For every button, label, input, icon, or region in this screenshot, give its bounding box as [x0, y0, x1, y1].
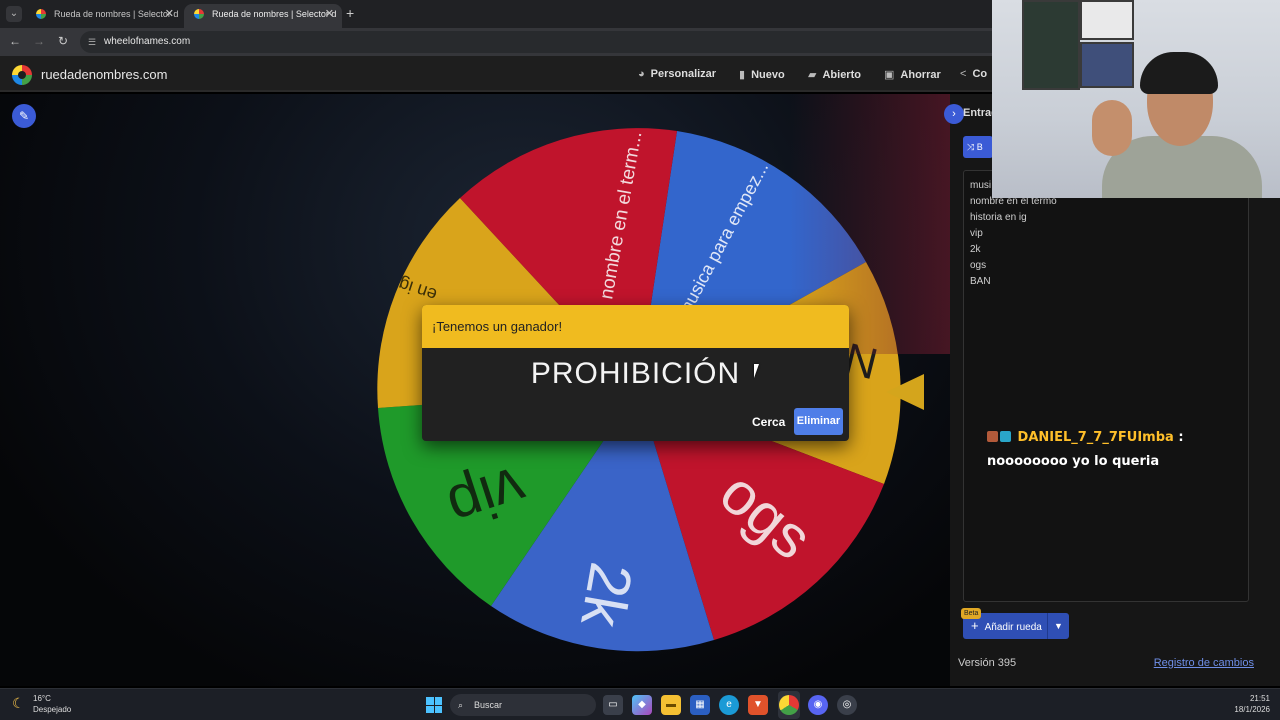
reload-icon[interactable]: ↻ — [58, 34, 68, 48]
wheel-label-2k: 2k — [568, 558, 645, 633]
screen: ⌄ Rueda de nombres | Selector d ✕ Rueda … — [0, 0, 1280, 720]
forward-arrow-icon[interactable]: → — [33, 34, 45, 48]
taskbar-search[interactable]: ⌕ Buscar — [450, 694, 596, 716]
new-tab-plus-icon[interactable]: + — [346, 5, 354, 21]
dialog-title: ¡Tenemos un ganador! — [422, 305, 849, 348]
file-explorer-icon[interactable]: ▬ — [661, 695, 681, 715]
beta-badge: Beta — [961, 608, 982, 619]
version-text: Versión 395 — [958, 657, 1017, 669]
site-logo-icon[interactable] — [12, 65, 32, 85]
tab-title: Rueda de nombres | Selector d — [212, 9, 337, 19]
site-favicon-icon — [194, 9, 204, 19]
obs-icon[interactable]: ◎ — [837, 695, 857, 715]
wall-poster-image — [1080, 0, 1134, 40]
shuffle-icon: ⤨ — [967, 142, 975, 152]
wall-poster-image — [1022, 0, 1080, 90]
url-text: wheelofnames.com — [104, 36, 191, 47]
streamer-hand — [1092, 100, 1132, 156]
tab-close-icon[interactable]: ✕ — [165, 4, 174, 24]
clock-date[interactable]: 18/1/2026 — [1234, 705, 1270, 714]
chat-separator: : — [1178, 430, 1184, 445]
entry-item: 2k — [970, 244, 981, 255]
webcam-overlay — [992, 0, 1280, 198]
entry-item: BAN — [970, 276, 991, 287]
brave-icon[interactable]: ▼ — [748, 695, 768, 715]
chat-badge-icon — [1000, 431, 1011, 442]
winner-dialog: ¡Tenemos un ganador! PROHIBICIÓN Cerca E… — [422, 305, 849, 441]
back-arrow-icon[interactable]: ← — [9, 34, 21, 48]
site-favicon-icon — [36, 9, 46, 19]
chat-username: DANIEL_7_7_7FUImba — [1017, 430, 1174, 445]
collapse-chevron-icon[interactable]: › — [944, 104, 964, 124]
site-name[interactable]: ruedadenombres.com — [41, 67, 167, 82]
chat-message-header: DANIEL_7_7_7FUImba : — [987, 426, 1217, 450]
mouse-cursor-icon — [754, 364, 764, 378]
palette-icon: ◕ — [638, 68, 645, 80]
weather-temperature[interactable]: 16°C — [33, 694, 51, 703]
discord-icon[interactable]: ◉ — [808, 695, 828, 715]
tab-search-chevron-icon[interactable]: ⌄ — [6, 6, 22, 22]
chat-message-text: noooooooo yo lo queria — [987, 454, 1160, 469]
chat-badge-icon — [987, 431, 998, 442]
dropdown-caret-icon[interactable]: ▼ — [1047, 613, 1069, 639]
browser-tab-2-active[interactable]: Rueda de nombres | Selector d ✕ — [184, 4, 342, 28]
wheel-pointer-icon — [886, 374, 924, 410]
wall-poster-image — [1080, 42, 1134, 88]
clock-time[interactable]: 21:51 — [1250, 694, 1270, 703]
search-icon: ⌕ — [458, 700, 464, 710]
streamer-hair — [1140, 52, 1218, 94]
menu-abierto[interactable]: ▰ Abierto — [808, 68, 861, 81]
windows-start-icon[interactable] — [426, 697, 442, 713]
menu-compartir[interactable]: < Co — [960, 68, 987, 80]
plus-icon: + — [971, 618, 979, 633]
windows-taskbar: ☾ 16°C Despejado ⌕ Buscar ▭ ◆ ▬ ▦ e ▼ ◉ … — [0, 688, 1280, 720]
remove-button[interactable]: Eliminar — [794, 408, 843, 435]
tab-title: Rueda de nombres | Selector d — [54, 9, 179, 19]
entries-textarea[interactable]: musi nombre en el termo historia en ig v… — [963, 170, 1249, 602]
search-placeholder: Buscar — [474, 700, 503, 710]
tab-close-icon[interactable]: ✕ — [325, 4, 334, 24]
copilot-icon[interactable]: ◆ — [632, 695, 652, 715]
menu-nuevo[interactable]: ▮ Nuevo — [739, 68, 785, 81]
close-button[interactable]: Cerca — [744, 409, 793, 435]
menu-ahorrar[interactable]: ▣ Ahorrar — [884, 68, 941, 81]
browser-tab-1[interactable]: Rueda de nombres | Selector d ✕ — [26, 4, 182, 28]
entry-item: vip — [970, 228, 983, 239]
edge-icon[interactable]: e — [719, 695, 739, 715]
weather-description[interactable]: Despejado — [33, 705, 71, 714]
moon-weather-icon[interactable]: ☾ — [12, 695, 25, 712]
entry-item: ogs — [970, 260, 987, 271]
menu-personalizar[interactable]: ◕ Personalizar — [638, 68, 716, 80]
save-icon: ▣ — [884, 69, 895, 81]
chrome-icon[interactable] — [779, 695, 799, 715]
site-info-icon[interactable]: ☰ — [88, 31, 96, 53]
store-icon[interactable]: ▦ — [690, 695, 710, 715]
entry-item: historia en ig — [970, 212, 1027, 223]
changelog-link[interactable]: Registro de cambios — [1154, 657, 1254, 669]
folder-open-icon: ▰ — [808, 69, 817, 81]
file-icon: ▮ — [739, 69, 746, 81]
url-field[interactable]: ☰ wheelofnames.com — [80, 31, 1010, 53]
task-view-icon[interactable]: ▭ — [603, 695, 623, 715]
winner-name: PROHIBICIÓN — [530, 357, 741, 390]
share-icon: < — [960, 68, 967, 80]
chat-overlay: DANIEL_7_7_7FUImba : noooooooo yo lo que… — [987, 426, 1217, 474]
shuffle-button[interactable]: ⤨ B — [963, 136, 993, 158]
